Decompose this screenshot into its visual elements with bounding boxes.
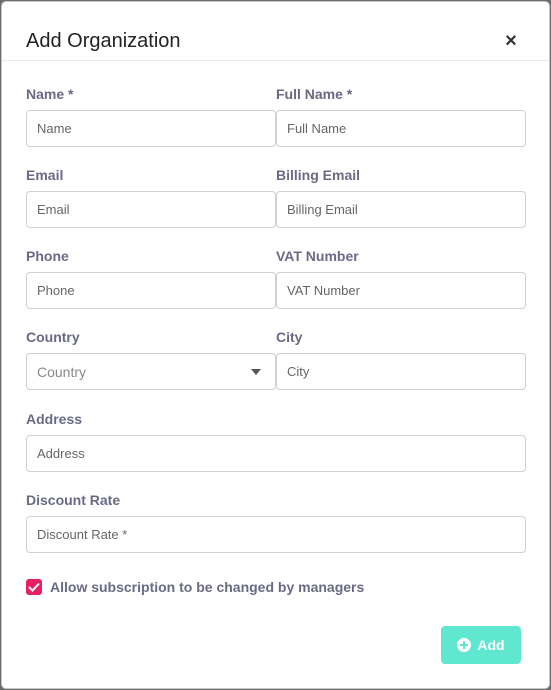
email-input[interactable]	[26, 191, 276, 228]
full-name-input[interactable]	[276, 110, 526, 147]
full-name-label: Full Name *	[276, 86, 353, 102]
allow-subscription-checkbox[interactable]	[26, 579, 42, 595]
address-label: Address	[26, 411, 83, 427]
address-input[interactable]	[26, 435, 526, 472]
add-button[interactable]: Add	[441, 626, 521, 664]
billing-email-input[interactable]	[276, 191, 526, 228]
checkmark-icon	[28, 582, 40, 592]
header-divider	[2, 60, 549, 61]
allow-subscription-label: Allow subscription to be changed by mana…	[50, 579, 365, 595]
vat-number-label: VAT Number	[276, 248, 359, 264]
name-label: Name *	[26, 86, 74, 102]
discount-rate-label: Discount Rate	[26, 492, 121, 508]
country-select-value: Country	[37, 364, 87, 380]
discount-rate-input[interactable]	[26, 516, 526, 553]
add-button-label: Add	[477, 637, 505, 653]
phone-input[interactable]	[26, 272, 276, 309]
vat-number-input[interactable]	[276, 272, 526, 309]
email-label: Email	[26, 167, 64, 183]
plus-circle-icon	[457, 638, 472, 652]
name-input[interactable]	[26, 110, 276, 147]
chevron-down-icon	[251, 369, 261, 375]
add-organization-modal: Add Organization × Name * Full Name * Em…	[2, 2, 549, 688]
modal-title: Add Organization	[26, 30, 181, 52]
city-input[interactable]	[276, 353, 526, 390]
country-label: Country	[26, 329, 80, 345]
close-button[interactable]: ×	[501, 30, 521, 52]
billing-email-label: Billing Email	[276, 167, 361, 183]
city-label: City	[276, 329, 303, 345]
phone-label: Phone	[26, 248, 69, 264]
country-select[interactable]: Country	[26, 353, 276, 390]
